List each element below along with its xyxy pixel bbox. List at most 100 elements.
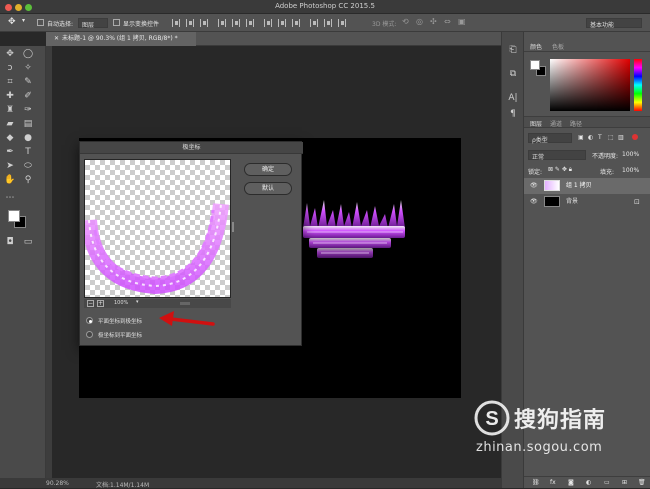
type-tool-icon[interactable]: T — [22, 146, 34, 158]
adjustment-layer-icon[interactable]: ◐ — [586, 479, 591, 486]
crop-tool-icon[interactable]: ⌗ — [4, 76, 16, 88]
screen-mode-icon[interactable]: ▭ — [22, 236, 34, 248]
eraser-tool-icon[interactable]: ▰ — [4, 118, 16, 130]
distribute-hcenter-icon[interactable] — [324, 19, 332, 27]
distribute-vcenter-icon[interactable] — [278, 19, 286, 27]
foreground-color-swatch[interactable] — [8, 210, 20, 222]
chevron-down-icon[interactable]: ▾ — [22, 17, 25, 24]
dialog-title: 极坐标 — [80, 142, 303, 154]
brush-tool-icon[interactable]: ✐ — [22, 90, 34, 102]
eye-icon[interactable]: 👁︎ — [530, 178, 538, 194]
lock-icons[interactable]: ⊠ ✎ ✥ 🔒︎ — [548, 166, 572, 174]
workspace-dropdown[interactable]: 基本功能 — [586, 18, 642, 29]
filter-toggle[interactable] — [632, 134, 638, 140]
blend-mode-dropdown[interactable]: 正常 — [528, 150, 586, 161]
align-right-icon[interactable] — [246, 19, 254, 27]
hand-tool-icon[interactable]: ✋ — [4, 174, 16, 186]
auto-select-dropdown[interactable]: 图层 — [78, 18, 108, 29]
3d-rotate-icon[interactable]: ⟲ — [402, 17, 409, 26]
move-tool-icon[interactable]: ✥ — [8, 17, 16, 27]
history-panel-icon[interactable]: ⎗ — [507, 44, 519, 56]
tab-paths[interactable]: 路径 — [570, 119, 582, 128]
layer-mask-icon[interactable]: ◙ — [568, 479, 574, 486]
align-bottom-icon[interactable] — [200, 19, 208, 27]
align-vcenter-icon[interactable] — [186, 19, 194, 27]
fill-value[interactable]: 100% — [622, 167, 639, 174]
filter-smart-icon[interactable]: ▥ — [618, 134, 624, 141]
path-selection-icon[interactable]: ➤ — [4, 160, 16, 172]
align-left-icon[interactable] — [218, 19, 226, 27]
layer-filter-dropdown[interactable]: ρ类型 — [528, 133, 572, 144]
healing-brush-icon[interactable]: ✚ — [4, 90, 16, 102]
ok-button[interactable]: 确定 — [244, 163, 292, 176]
distribute-bottom-icon[interactable] — [292, 19, 300, 27]
trash-icon[interactable]: 🗑︎ — [638, 479, 646, 486]
auto-select-checkbox[interactable] — [37, 19, 44, 26]
layer-thumbnail — [544, 196, 560, 207]
filter-adjust-icon[interactable]: ◐ — [588, 134, 593, 141]
zoom-level[interactable]: 90.28% — [46, 480, 69, 487]
zoom-tool-icon[interactable]: ⚲ — [22, 174, 34, 186]
move-tool-icon[interactable]: ✥ — [4, 48, 16, 60]
align-top-icon[interactable] — [172, 19, 180, 27]
layer-row-group-copy[interactable]: 👁︎ 组 1 拷贝 — [524, 178, 650, 194]
foreground-color-swatch[interactable] — [530, 60, 540, 70]
distribute-left-icon[interactable] — [310, 19, 318, 27]
document-tab-label: 未标题-1 @ 90.3% (组 1 拷贝, RGB/8*) * — [62, 35, 178, 42]
fx-icon[interactable]: fx — [550, 479, 556, 486]
lasso-tool-icon[interactable]: ↄ — [4, 62, 16, 74]
blur-tool-icon[interactable]: ◆ — [4, 132, 16, 144]
align-hcenter-icon[interactable] — [232, 19, 240, 27]
new-layer-icon[interactable]: ⊞ — [622, 479, 627, 486]
paragraph-panel-icon[interactable]: ¶ — [507, 108, 519, 120]
radio-rect-to-polar[interactable] — [86, 317, 93, 324]
3d-scale-icon[interactable]: ▣ — [458, 17, 466, 26]
clone-stamp-icon[interactable]: ♜ — [4, 104, 16, 116]
tab-close-icon[interactable]: ✕ — [54, 35, 59, 42]
link-layers-icon[interactable]: ⛓︎ — [532, 479, 540, 486]
preview-ring-artwork — [85, 203, 229, 295]
eye-icon[interactable]: 👁︎ — [530, 194, 538, 210]
3d-slide-icon[interactable]: ⇔ — [444, 17, 451, 26]
layer-row-background[interactable]: 👁︎ 背景 ⊡ — [524, 194, 650, 210]
properties-panel-icon[interactable]: ⧉ — [507, 68, 519, 80]
color-field[interactable] — [550, 59, 630, 111]
zoom-out-button[interactable]: − — [87, 300, 94, 307]
more-tools-icon[interactable]: ⋯ — [4, 192, 16, 204]
tab-layers[interactable]: 图层 — [530, 119, 542, 128]
group-icon[interactable]: ▭ — [604, 479, 610, 486]
tools-panel: ✥ ◯ ↄ ✧ ⌗ ✎ ✚ ✐ ♜ ✑ ▰ ▤ ◆ ● ✒ T ➤ ⬭ ✋ ⚲ … — [0, 46, 46, 488]
preview-scroll-handle[interactable] — [232, 222, 234, 232]
pen-tool-icon[interactable]: ✒ — [4, 146, 16, 158]
distribute-top-icon[interactable] — [264, 19, 272, 27]
eyedropper-icon[interactable]: ✎ — [22, 76, 34, 88]
hue-slider[interactable] — [634, 59, 642, 111]
filter-preview[interactable] — [84, 159, 231, 298]
3d-roll-icon[interactable]: ◎ — [416, 17, 423, 26]
history-brush-icon[interactable]: ✑ — [22, 104, 34, 116]
document-tab[interactable]: ✕ 未标题-1 @ 90.3% (组 1 拷贝, RGB/8*) * — [46, 32, 196, 46]
radio-polar-to-rect[interactable] — [86, 331, 93, 338]
show-transform-checkbox[interactable] — [113, 19, 120, 26]
filter-type-icon[interactable]: T — [598, 134, 602, 141]
tab-color[interactable]: 颜色 — [530, 42, 542, 51]
chevron-down-icon[interactable]: ▾ — [136, 299, 139, 305]
distribute-right-icon[interactable] — [338, 19, 346, 27]
zoom-in-button[interactable]: + — [97, 300, 104, 307]
filter-shape-icon[interactable]: ⬚ — [608, 134, 614, 141]
character-panel-icon[interactable]: A| — [507, 92, 519, 104]
opacity-value[interactable]: 100% — [622, 151, 639, 158]
preview-scrollbar[interactable] — [180, 302, 190, 305]
marquee-tool-icon[interactable]: ◯ — [22, 48, 34, 60]
dodge-tool-icon[interactable]: ● — [22, 132, 34, 144]
3d-drag-icon[interactable]: ✣ — [430, 17, 437, 26]
ellipse-tool-icon[interactable]: ⬭ — [22, 160, 34, 172]
tab-swatches[interactable]: 色板 — [552, 42, 564, 51]
option-polar-to-rect[interactable]: 极坐标到平面坐标 — [86, 330, 226, 340]
gradient-tool-icon[interactable]: ▤ — [22, 118, 34, 130]
default-button[interactable]: 默认 — [244, 182, 292, 195]
tab-channels[interactable]: 通道 — [550, 119, 562, 128]
filter-pixel-icon[interactable]: ▣ — [578, 134, 584, 141]
magic-wand-icon[interactable]: ✧ — [22, 62, 34, 74]
quick-mask-icon[interactable]: ◘ — [4, 236, 16, 248]
